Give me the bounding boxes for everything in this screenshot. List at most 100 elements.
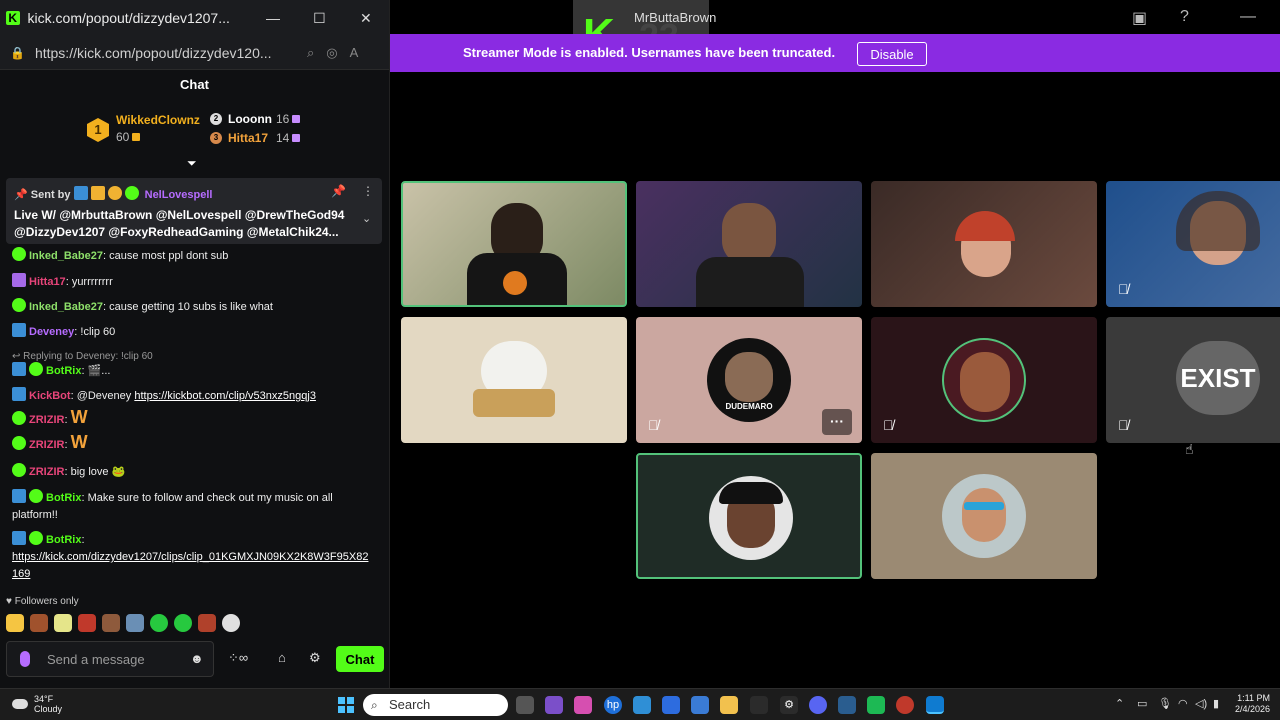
- message-username[interactable]: Hitta17: [29, 276, 66, 288]
- message-username[interactable]: ZRIZIR: [29, 439, 64, 451]
- channel-points-icon[interactable]: ⁘∞: [228, 650, 248, 666]
- system-clock[interactable]: 1:11 PM 2/4/2026: [1226, 693, 1270, 715]
- weather-widget[interactable]: 34°F Cloudy: [34, 694, 62, 714]
- message-username[interactable]: BotRix: [46, 492, 81, 504]
- emote-icon[interactable]: [102, 614, 120, 632]
- pin-icon: 📌: [14, 189, 28, 201]
- screen-share-icon[interactable]: ▣: [1132, 8, 1147, 28]
- leader-2-name[interactable]: Looonn: [228, 112, 272, 126]
- chevron-down-icon[interactable]: ⌄: [362, 212, 371, 225]
- store-app-icon[interactable]: [691, 696, 709, 714]
- collapse-leaderboard-icon[interactable]: ⏷: [187, 156, 197, 171]
- chat-message: BotRix: Make sure to follow and check ou…: [12, 489, 372, 524]
- quick-emote-bar: [6, 614, 240, 632]
- guest-video-tile[interactable]: [401, 181, 627, 307]
- close-button[interactable]: ✕: [343, 10, 389, 27]
- guest-video-tile[interactable]: 🎙̸: [1106, 181, 1280, 307]
- message-username[interactable]: Deveney: [29, 326, 74, 338]
- message-username[interactable]: BotRix: [46, 365, 81, 377]
- tray-app-icon[interactable]: ▭: [1137, 697, 1147, 710]
- window-title: kick.com/popout/dizzydev1207...: [27, 10, 230, 26]
- edge-beta-icon[interactable]: [633, 696, 651, 714]
- tile-more-options-icon[interactable]: ···: [822, 409, 852, 435]
- tray-overflow-icon[interactable]: ⌃: [1115, 697, 1124, 710]
- task-view-icon[interactable]: [516, 696, 534, 714]
- zoom-app-icon[interactable]: [662, 696, 680, 714]
- edge-browser-icon[interactable]: [926, 696, 944, 714]
- address-bar[interactable]: 🔒 https://kick.com/popout/dizzydev120...…: [0, 36, 389, 70]
- unpin-icon[interactable]: 📌: [331, 184, 346, 198]
- microphone-icon[interactable]: [20, 651, 30, 667]
- emote-icon[interactable]: [30, 614, 48, 632]
- emote-icon[interactable]: [174, 614, 192, 632]
- emote-icon[interactable]: [6, 614, 24, 632]
- guest-avatar-tile[interactable]: [871, 453, 1097, 579]
- message-username[interactable]: BotRix: [46, 534, 81, 546]
- emote-icon[interactable]: [126, 614, 144, 632]
- url-text[interactable]: https://kick.com/popout/dizzydev120...: [35, 45, 295, 61]
- help-icon[interactable]: ?: [1180, 8, 1189, 26]
- hp-icon[interactable]: hp: [604, 696, 622, 714]
- emote-icon[interactable]: [150, 614, 168, 632]
- message-username[interactable]: ZRIZIR: [29, 466, 64, 478]
- leader-1-count: 60: [116, 130, 130, 144]
- more-options-icon[interactable]: ⋮: [362, 184, 374, 198]
- message-username[interactable]: KickBot: [29, 390, 71, 402]
- windows-start-icon[interactable]: [338, 697, 354, 713]
- discord-icon[interactable]: [809, 696, 827, 714]
- app-icon[interactable]: [838, 696, 856, 714]
- leader-3-name[interactable]: Hitta17: [228, 131, 268, 145]
- guest-video-tile[interactable]: [871, 181, 1097, 307]
- app-icon[interactable]: [545, 696, 563, 714]
- minimize-icon[interactable]: —: [1240, 8, 1256, 26]
- message-text: cause getting 10 subs is like what: [109, 301, 273, 313]
- store-icon[interactable]: ⌂: [278, 650, 286, 665]
- tracking-icon[interactable]: ◎: [326, 45, 337, 61]
- steam-icon[interactable]: ⚙: [780, 696, 798, 714]
- emoji-picker-icon[interactable]: ☻: [190, 651, 204, 666]
- zoom-icon[interactable]: ⌕: [307, 45, 314, 61]
- message-link[interactable]: https://kickbot.com/clip/v53nxz5ngqj3: [134, 390, 316, 402]
- chat-message-input[interactable]: [47, 649, 187, 669]
- message-link[interactable]: https://kick.com/dizzydev1207/clips/clip…: [12, 551, 368, 580]
- emote-icon[interactable]: [54, 614, 72, 632]
- message-input-box[interactable]: ☻: [6, 641, 214, 677]
- guest-body: [696, 257, 804, 307]
- copilot-icon[interactable]: [574, 696, 592, 714]
- guest-avatar-tile[interactable]: EXIST 🎙̸: [1106, 317, 1280, 443]
- microphone-tray-icon[interactable]: 🎙: [1158, 697, 1172, 710]
- send-chat-button[interactable]: Chat: [336, 646, 384, 672]
- guest-avatar-tile[interactable]: DUDEMARO 🎙̸ ···: [636, 317, 862, 443]
- emote-icon[interactable]: [78, 614, 96, 632]
- battery-icon[interactable]: ▮: [1213, 697, 1219, 710]
- maps-icon[interactable]: [896, 696, 914, 714]
- banner-text: Streamer Mode is enabled. Usernames have…: [463, 45, 836, 60]
- message-username[interactable]: Inked_Babe27: [29, 301, 103, 313]
- pinned-message[interactable]: 📌 Sent by NelLovespell 📌 ⋮ Live W/ @Mrbu…: [6, 178, 382, 244]
- crown-badge-icon: [90, 186, 105, 200]
- guest-avatar-tile[interactable]: 🎙̸: [871, 317, 1097, 443]
- read-aloud-icon[interactable]: A: [350, 45, 359, 60]
- app-icon[interactable]: [750, 696, 768, 714]
- kick-app-icon[interactable]: [867, 696, 885, 714]
- maximize-button[interactable]: ☐: [296, 10, 342, 27]
- emote-icon[interactable]: [222, 614, 240, 632]
- guest-video-tile[interactable]: [636, 181, 862, 307]
- taskbar-search-box[interactable]: ⌕ Search: [363, 694, 508, 716]
- avatar-face: [960, 352, 1010, 412]
- message-username[interactable]: Inked_Babe27: [29, 250, 103, 262]
- wifi-icon[interactable]: ◠: [1178, 697, 1188, 710]
- verified-badge-icon: [12, 411, 26, 425]
- disable-streamer-mode-button[interactable]: Disable: [857, 42, 927, 66]
- volume-icon[interactable]: ◁): [1195, 697, 1207, 710]
- guest-avatar-tile[interactable]: [401, 317, 627, 443]
- emote-icon[interactable]: [198, 614, 216, 632]
- guest-avatar-tile[interactable]: [636, 453, 862, 579]
- minimize-button[interactable]: —: [250, 10, 296, 26]
- pinned-sender-name[interactable]: NelLovespell: [145, 189, 213, 201]
- settings-gear-icon[interactable]: ⚙: [309, 650, 321, 666]
- message-username[interactable]: ZRIZIR: [29, 414, 64, 426]
- leader-1-name[interactable]: WikkedClownz: [116, 113, 200, 127]
- mouse-cursor-icon: ☝: [1185, 441, 1194, 457]
- file-explorer-icon[interactable]: [720, 696, 738, 714]
